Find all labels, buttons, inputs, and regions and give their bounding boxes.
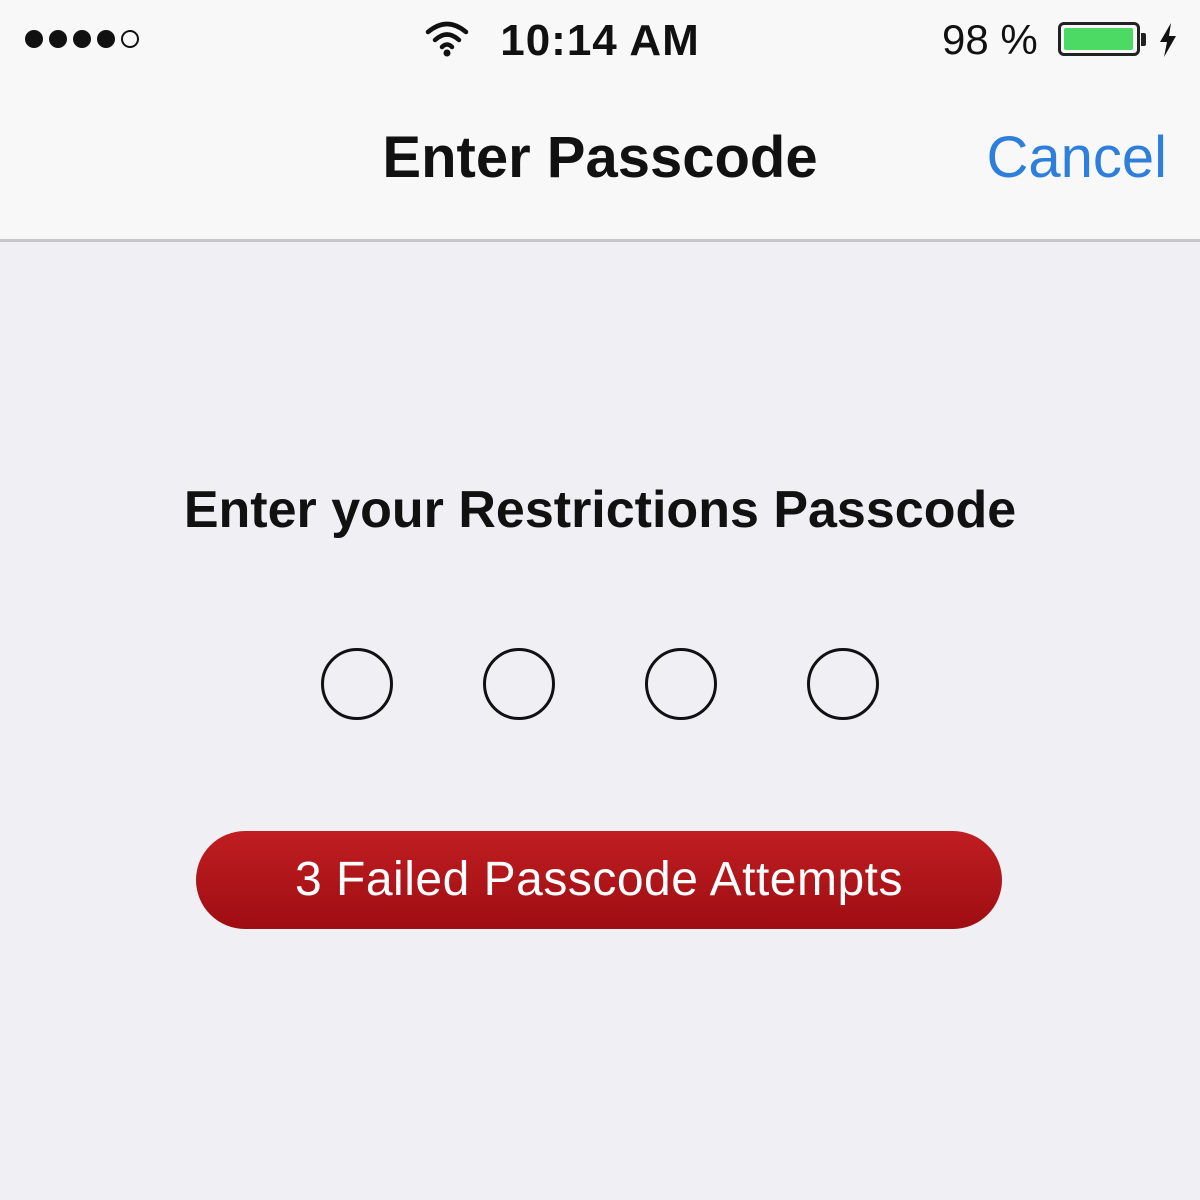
passcode-digit-circle [807,648,879,720]
charging-bolt-icon [1160,23,1176,57]
passcode-entry-indicator [0,648,1200,720]
battery-terminal [1141,33,1146,46]
passcode-prompt: Enter your Restrictions Passcode [183,481,1017,539]
header-area: 10:14 AM 98 % Enter Passcode Cancel [0,0,1200,240]
failed-attempts-badge: 3 Failed Passcode Attempts [196,831,1002,929]
cancel-button[interactable]: Cancel [986,124,1167,191]
passcode-digit-circle [645,648,717,720]
status-bar: 10:14 AM 98 % [0,0,1200,80]
nav-divider [0,239,1200,242]
battery-percentage: 98 % [942,16,1038,63]
passcode-digit-circle [483,648,555,720]
passcode-digit-circle [321,648,393,720]
battery-level-fill [1064,28,1133,50]
battery-icon [1058,22,1140,56]
